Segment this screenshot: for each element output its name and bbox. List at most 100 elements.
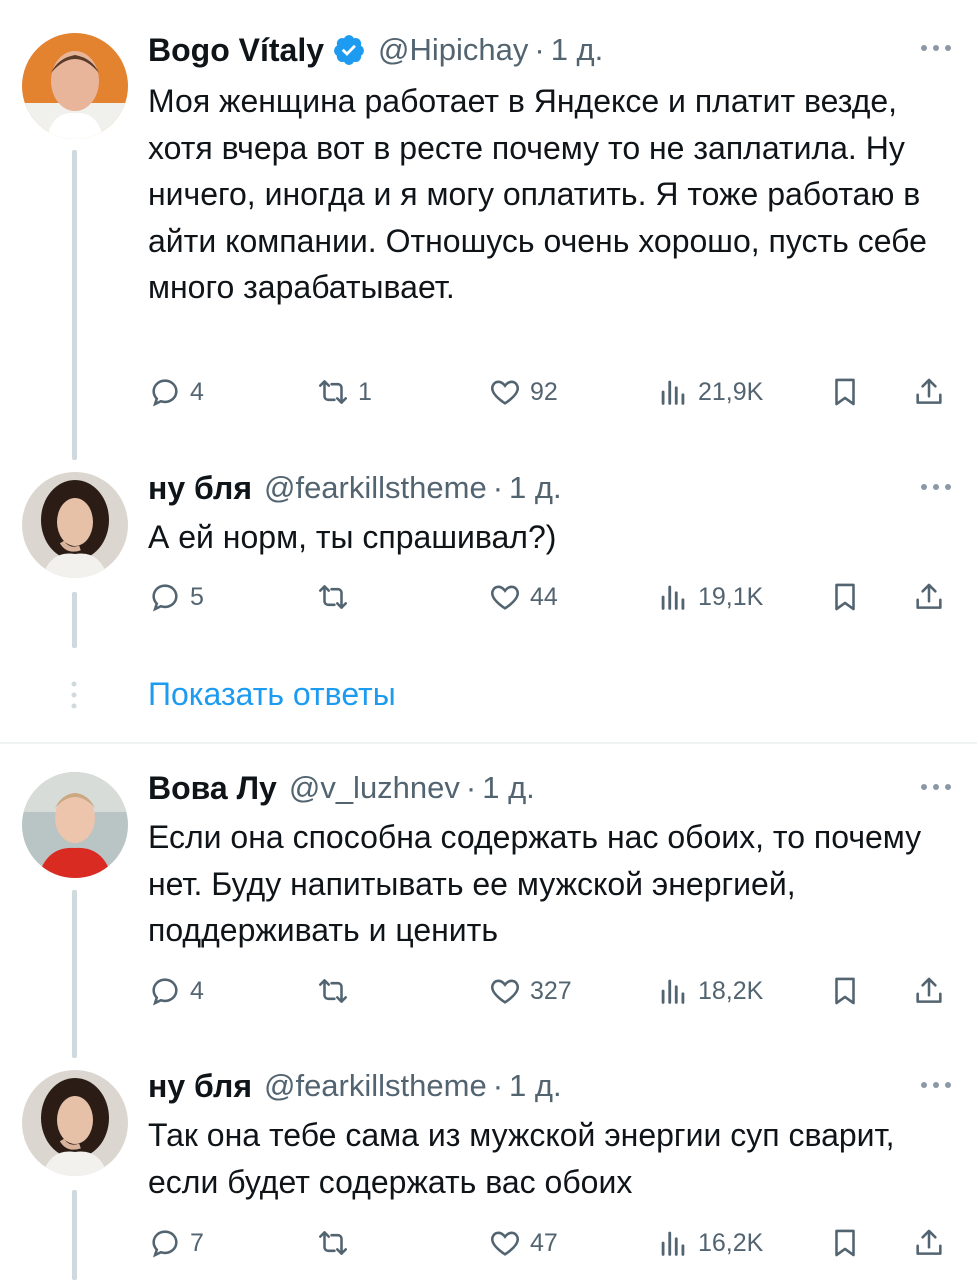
reply-count: 4	[190, 976, 204, 1005]
reply-button[interactable]: 5	[148, 577, 204, 617]
views-count: 18,2K	[698, 976, 764, 1005]
author-name[interactable]: ну бля	[148, 470, 252, 507]
retweet-button[interactable]: 1	[316, 372, 372, 412]
timestamp[interactable]: 1 д.	[482, 770, 535, 806]
separator-dot: ·	[492, 1068, 504, 1103]
reply-icon	[152, 1230, 178, 1258]
author-name[interactable]: Вова Лу	[148, 770, 277, 807]
retweet-count: 1	[358, 377, 372, 406]
more-icon[interactable]	[919, 782, 953, 792]
retweet-icon	[318, 585, 348, 609]
share-icon	[916, 1229, 942, 1255]
share-button[interactable]	[912, 577, 946, 617]
tweet-text: Если она способна содержать нас обоих, т…	[148, 819, 922, 948]
more-icon[interactable]	[919, 482, 953, 492]
tweet-actions: 4 1 92 21,9K	[148, 372, 958, 412]
share-button[interactable]	[912, 971, 946, 1011]
tweet-actions: 7 47 16,2K	[148, 1223, 958, 1263]
views-button[interactable]: 16,2K	[656, 1223, 763, 1263]
retweet-icon	[318, 380, 348, 404]
tweet-text: Так она тебе сама из мужской энергии суп…	[148, 1117, 895, 1200]
share-icon	[916, 977, 942, 1003]
share-icon	[916, 378, 942, 404]
separator-dot: ·	[534, 32, 545, 67]
like-count: 92	[530, 377, 558, 406]
timestamp[interactable]: 1 д.	[509, 470, 562, 506]
like-button[interactable]: 92	[488, 372, 558, 412]
retweet-button[interactable]	[316, 971, 358, 1011]
views-icon	[661, 1231, 685, 1256]
views-button[interactable]: 21,9K	[656, 372, 763, 412]
views-icon	[661, 585, 685, 610]
bookmark-button[interactable]	[828, 1223, 862, 1263]
verified-badge-icon	[334, 35, 364, 65]
reply-count: 7	[190, 1228, 204, 1257]
views-icon	[661, 979, 685, 1004]
like-icon	[491, 979, 519, 1004]
bookmark-icon	[835, 977, 855, 1005]
like-icon	[491, 585, 519, 610]
retweet-button[interactable]	[316, 577, 358, 617]
bookmark-button[interactable]	[828, 372, 862, 412]
views-button[interactable]: 18,2K	[656, 971, 763, 1011]
avatar[interactable]	[22, 33, 128, 139]
reply-icon	[152, 978, 178, 1006]
author-handle[interactable]: @fearkillstheme	[264, 1068, 487, 1104]
share-icon	[916, 583, 942, 609]
author-handle[interactable]: @fearkillstheme	[264, 470, 487, 506]
avatar[interactable]	[22, 1070, 128, 1176]
share-button[interactable]	[912, 372, 946, 412]
avatar[interactable]	[22, 472, 128, 578]
author-handle[interactable]: @v_luzhnev	[289, 770, 460, 806]
bookmark-button[interactable]	[828, 971, 862, 1011]
author-name[interactable]: ну бля	[148, 1068, 252, 1105]
tweet-text: А ей норм, ты спрашивал?)	[148, 519, 557, 555]
retweet-button[interactable]	[316, 1223, 358, 1263]
retweet-icon	[318, 1231, 348, 1255]
more-icon[interactable]	[919, 1080, 953, 1090]
bookmark-button[interactable]	[828, 577, 862, 617]
tweet-actions: 5 44 19,1K	[148, 577, 958, 617]
views-button[interactable]: 19,1K	[656, 577, 763, 617]
separator-dot: ·	[492, 470, 504, 505]
views-count: 21,9K	[698, 377, 764, 406]
timestamp[interactable]: 1 д.	[551, 32, 604, 68]
tweet-header: Вова Лу @v_luzhnev · 1 д.	[148, 768, 535, 808]
reply-icon	[152, 584, 178, 612]
thread-line	[72, 150, 77, 460]
like-count: 44	[530, 582, 558, 611]
thread-line	[72, 592, 77, 648]
separator-dot: ·	[465, 770, 477, 805]
author-name[interactable]: Bogo Vítaly	[148, 32, 324, 69]
like-button[interactable]: 327	[488, 971, 572, 1011]
reply-count: 5	[190, 582, 204, 611]
timestamp[interactable]: 1 д.	[509, 1068, 562, 1104]
like-button[interactable]: 47	[488, 1223, 558, 1263]
retweet-icon	[318, 979, 348, 1003]
thread-line	[72, 890, 77, 1058]
share-button[interactable]	[912, 1223, 946, 1263]
divider	[0, 742, 977, 744]
like-count: 327	[530, 976, 572, 1005]
reply-icon	[152, 379, 178, 407]
tweet-actions: 4 327 18,2K	[148, 971, 958, 1011]
views-count: 19,1K	[698, 582, 764, 611]
bookmark-icon	[835, 1229, 855, 1257]
avatar[interactable]	[22, 772, 128, 878]
like-icon	[491, 1231, 519, 1256]
bookmark-icon	[835, 583, 855, 611]
views-icon	[661, 380, 685, 405]
like-icon	[491, 380, 519, 405]
reply-button[interactable]: 4	[148, 372, 204, 412]
tweet-header: ну бля @fearkillstheme · 1 д.	[148, 468, 562, 508]
more-icon[interactable]	[919, 43, 953, 53]
tweet-header: Bogo Vítaly @Hipichay · 1 д.	[148, 30, 603, 70]
tweet-text: Моя женщина работает в Яндексе и платит …	[148, 83, 927, 305]
author-handle[interactable]: @Hipichay	[378, 32, 528, 68]
thread-continuation-dots-icon	[71, 681, 77, 709]
like-button[interactable]: 44	[488, 577, 558, 617]
views-count: 16,2K	[698, 1228, 764, 1257]
reply-button[interactable]: 7	[148, 1223, 204, 1263]
reply-button[interactable]: 4	[148, 971, 204, 1011]
show-replies-link[interactable]: Показать ответы	[148, 676, 396, 713]
